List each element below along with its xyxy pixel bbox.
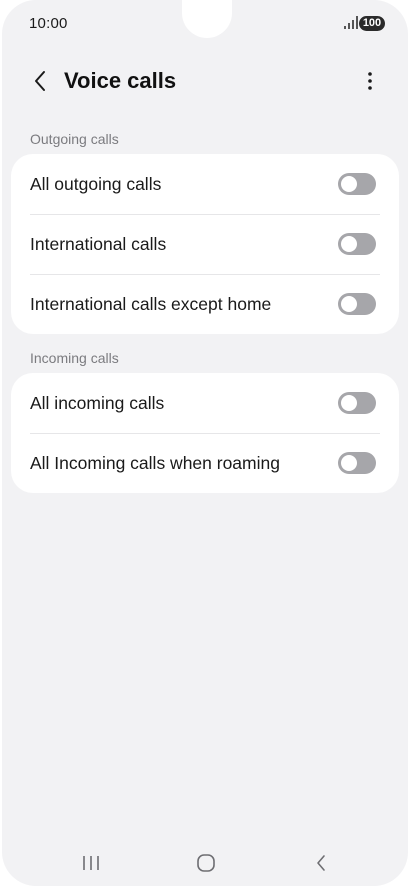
incoming-roaming-toggle[interactable] xyxy=(338,452,376,474)
navigation-bar xyxy=(2,842,408,886)
status-time: 10:00 xyxy=(29,15,68,32)
page-title: Voice calls xyxy=(64,68,177,93)
setting-label: International calls except home xyxy=(30,293,272,314)
phone-screen: 10:00 100 Voice calls Outgoing calls All… xyxy=(2,0,408,886)
toggle-knob xyxy=(341,455,357,471)
all-outgoing-toggle[interactable] xyxy=(338,173,376,195)
more-options-button[interactable] xyxy=(358,65,382,97)
back-icon xyxy=(317,855,325,871)
outgoing-calls-card: All outgoing calls International calls I… xyxy=(11,154,399,334)
recents-icon xyxy=(83,856,99,870)
setting-row-all-incoming[interactable]: All incoming calls xyxy=(11,373,399,433)
toggle-knob xyxy=(341,176,357,192)
toggle-knob xyxy=(341,395,357,411)
battery-icon: 100 xyxy=(359,16,385,31)
toggle-knob xyxy=(341,296,357,312)
setting-label: All Incoming calls when roaming xyxy=(30,452,280,473)
incoming-calls-card: All incoming calls All Incoming calls wh… xyxy=(11,373,399,493)
setting-label: All incoming calls xyxy=(30,392,165,413)
setting-row-international-except-home[interactable]: International calls except home xyxy=(11,274,399,334)
setting-label: International calls xyxy=(30,233,167,254)
setting-row-international[interactable]: International calls xyxy=(11,214,399,274)
signal-icon xyxy=(344,16,358,29)
international-toggle[interactable] xyxy=(338,233,376,255)
setting-label: All outgoing calls xyxy=(30,173,162,194)
recents-button[interactable] xyxy=(76,850,106,876)
toggle-knob xyxy=(341,236,357,252)
international-except-home-toggle[interactable] xyxy=(338,293,376,315)
setting-row-incoming-roaming[interactable]: All Incoming calls when roaming xyxy=(11,433,399,493)
back-arrow-icon xyxy=(35,71,45,91)
back-button[interactable] xyxy=(24,65,56,97)
nav-back-button[interactable] xyxy=(306,850,336,876)
home-button[interactable] xyxy=(191,850,221,876)
setting-row-all-outgoing[interactable]: All outgoing calls xyxy=(11,154,399,214)
section-label-incoming: Incoming calls xyxy=(30,350,119,366)
more-vertical-icon xyxy=(368,72,372,90)
home-icon xyxy=(197,854,215,872)
app-bar: Voice calls xyxy=(2,55,408,109)
section-label-outgoing: Outgoing calls xyxy=(30,131,119,147)
status-bar: 10:00 100 xyxy=(2,0,408,48)
all-incoming-toggle[interactable] xyxy=(338,392,376,414)
